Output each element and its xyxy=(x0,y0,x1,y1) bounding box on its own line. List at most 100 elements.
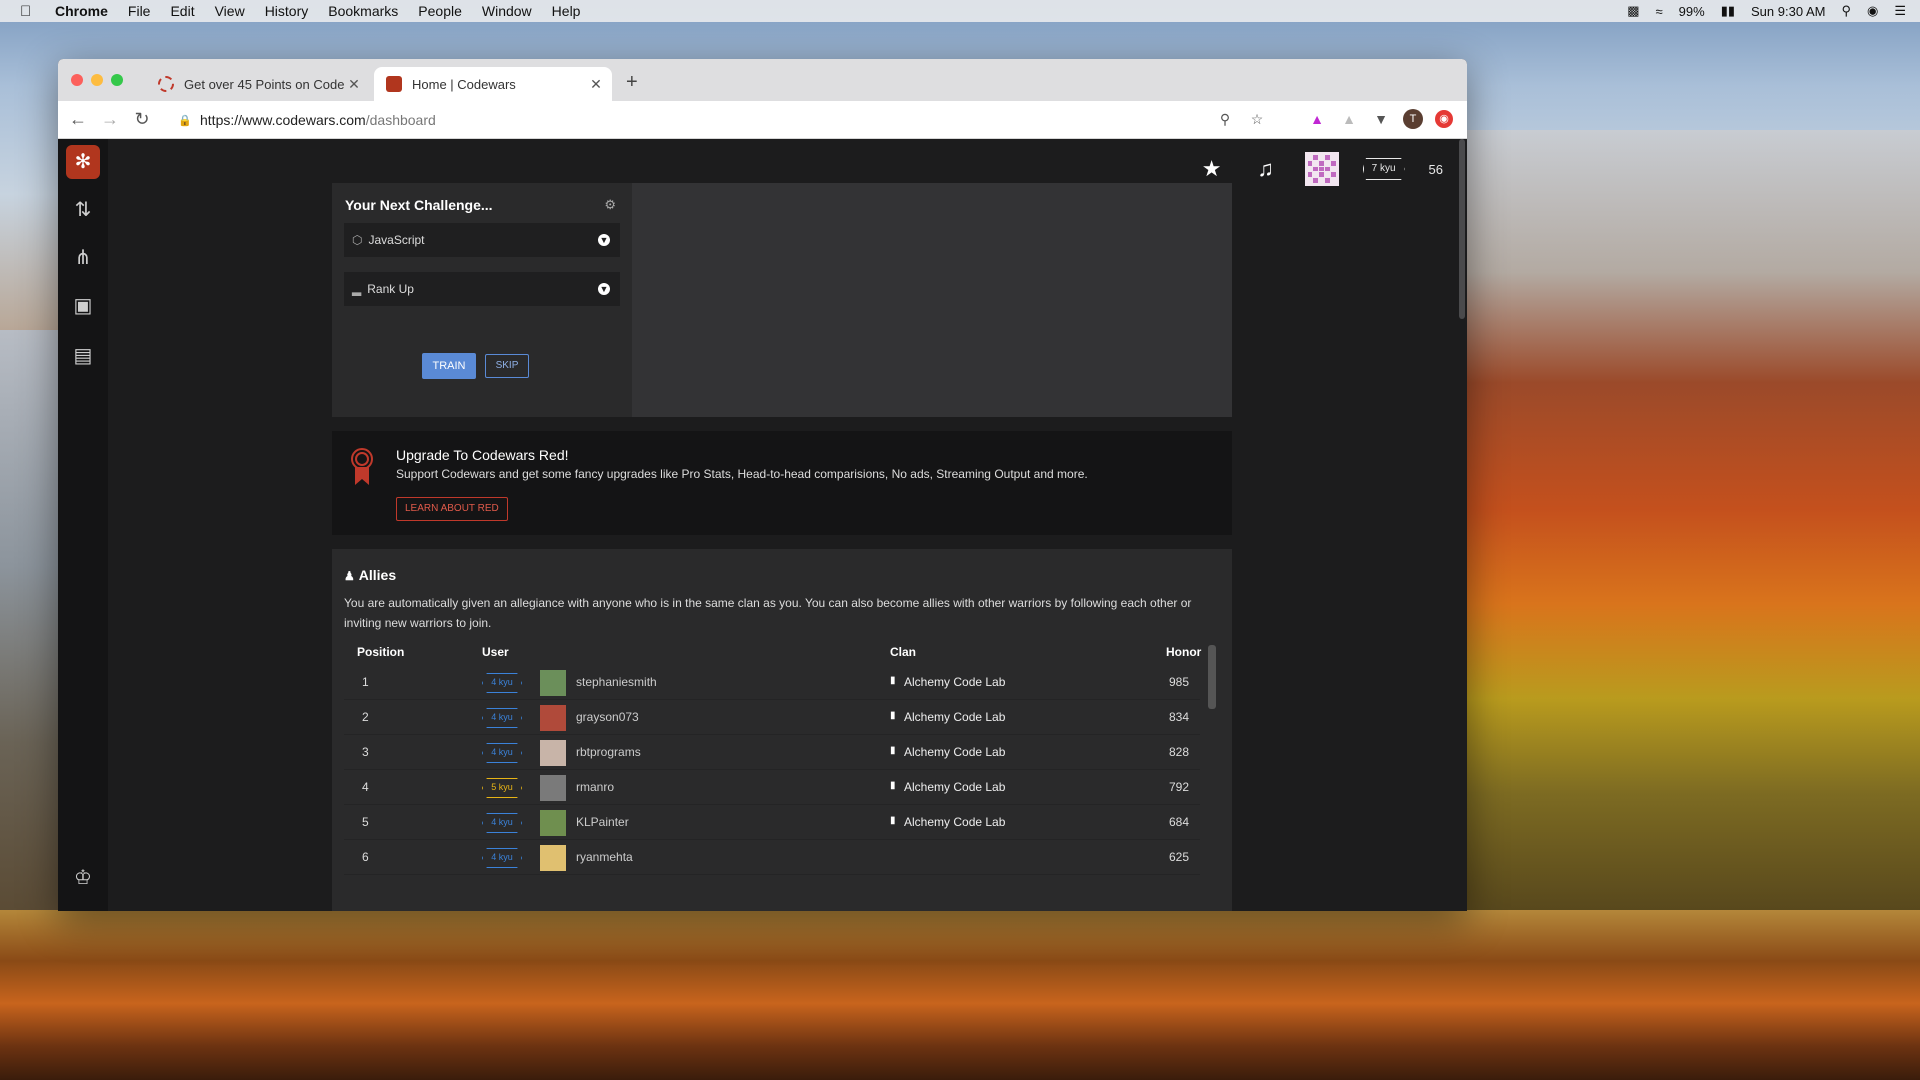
new-tab-button[interactable]: + xyxy=(626,71,638,94)
leaderboard-trophy-icon[interactable]: ♔ xyxy=(70,865,96,891)
col-honor[interactable]: Honor xyxy=(1166,645,1201,659)
next-challenge-title: Your Next Challenge... xyxy=(345,197,493,213)
settings-gear-icon[interactable]: ⚙ xyxy=(604,197,616,213)
row-user-avatar[interactable] xyxy=(540,740,566,766)
row-position: 4 xyxy=(362,780,369,794)
tab-points[interactable]: Get over 45 Points on Codewars ✕ xyxy=(146,67,370,101)
lock-icon[interactable]: 🔒 xyxy=(178,114,192,127)
menubar-status-area: ▩ ≈ 99% ▮▮ Sun 9:30 AM ⚲ ◉ ☰ xyxy=(1627,0,1906,22)
close-tab-icon[interactable]: ✕ xyxy=(344,76,364,93)
vue-extension-icon[interactable]: ▼ xyxy=(1371,109,1391,129)
extension-icon[interactable]: ▲ xyxy=(1339,109,1359,129)
row-rank-badge[interactable]: 4 kyu xyxy=(482,673,522,693)
page-scrollbar[interactable] xyxy=(1457,139,1467,911)
page-scrollbar-thumb[interactable] xyxy=(1459,139,1465,319)
docs-icon[interactable]: ▤ xyxy=(70,343,96,369)
row-rank-badge[interactable]: 4 kyu xyxy=(482,848,522,868)
airplay-icon[interactable]: ▩ xyxy=(1627,3,1639,19)
address-bar[interactable]: 🔒 https://www.codewars.com/dashboard xyxy=(166,107,1312,133)
menu-app-name[interactable]: Chrome xyxy=(55,3,108,19)
clan-shield-icon: ▮ xyxy=(890,745,896,756)
row-clan[interactable]: Alchemy Code Lab xyxy=(904,780,1005,794)
close-tab-icon[interactable]: ✕ xyxy=(586,76,606,93)
strategy-select[interactable]: ▂ Rank Up ▼ xyxy=(344,272,620,306)
learn-about-red-button[interactable]: LEARN ABOUT RED xyxy=(396,497,508,521)
row-rank-badge[interactable]: 4 kyu xyxy=(482,743,522,763)
bookmark-icon[interactable]: ★ xyxy=(1197,156,1227,182)
profile-avatar[interactable]: T xyxy=(1403,109,1423,129)
row-user-avatar[interactable] xyxy=(540,705,566,731)
row-user-avatar[interactable] xyxy=(540,670,566,696)
battery-icon[interactable]: ▮▮ xyxy=(1721,3,1735,19)
allies-card: ♟ Allies You are automatically given an a… xyxy=(332,549,1232,911)
user-rank-badge[interactable]: 7 kyu xyxy=(1362,158,1405,180)
siri-icon[interactable]: ◉ xyxy=(1867,3,1878,19)
tab-home[interactable]: Home | Codewars ✕ xyxy=(374,67,612,101)
forward-icon[interactable]: → xyxy=(100,109,120,129)
row-user-avatar[interactable] xyxy=(540,810,566,836)
clan-shield-icon: ▮ xyxy=(890,675,896,686)
row-honor: 828 xyxy=(1169,745,1190,759)
bookmark-star-icon[interactable]: ☆ xyxy=(1247,109,1267,129)
extension-icon[interactable]: ▲ xyxy=(1307,109,1327,129)
spotlight-icon[interactable]: ⚲ xyxy=(1841,3,1851,19)
back-icon[interactable]: ← xyxy=(68,109,88,129)
notification-center-icon[interactable]: ☰ xyxy=(1894,3,1906,19)
menu-window[interactable]: Window xyxy=(482,3,532,19)
row-clan[interactable]: Alchemy Code Lab xyxy=(904,675,1005,689)
table-row: 4 5 kyu rmanro ▮ Alchemy Code Lab 792 xyxy=(344,770,1200,805)
skip-button[interactable]: SKIP xyxy=(485,354,529,378)
minimize-window-button[interactable] xyxy=(91,74,103,86)
language-select[interactable]: ⬡ JavaScript ▼ xyxy=(344,223,620,257)
row-username[interactable]: grayson073 xyxy=(576,710,639,724)
clock[interactable]: Sun 9:30 AM xyxy=(1751,4,1825,19)
close-window-button[interactable] xyxy=(71,74,83,86)
menu-bookmarks[interactable]: Bookmarks xyxy=(328,3,398,19)
bar-chart-icon: ▂ xyxy=(352,282,362,296)
row-clan[interactable]: Alchemy Code Lab xyxy=(904,710,1005,724)
col-position[interactable]: Position xyxy=(357,645,404,659)
desktop-wallpaper-right xyxy=(1466,130,1920,920)
col-user[interactable]: User xyxy=(482,645,509,659)
menu-people[interactable]: People xyxy=(418,3,462,19)
row-username[interactable]: KLPainter xyxy=(576,815,629,829)
kata-fork-icon[interactable]: ⋔ xyxy=(70,245,96,271)
chevron-down-icon: ▼ xyxy=(598,283,610,295)
chevron-down-icon: ▼ xyxy=(598,234,610,246)
row-username[interactable]: rbtprograms xyxy=(576,745,641,759)
training-icon[interactable]: ⇅ xyxy=(70,197,96,223)
menu-edit[interactable]: Edit xyxy=(170,3,194,19)
notifications-bell-icon[interactable]: ♫ xyxy=(1251,156,1281,182)
menu-view[interactable]: View xyxy=(215,3,245,19)
row-username[interactable]: stephaniesmith xyxy=(576,675,657,689)
row-clan[interactable]: Alchemy Code Lab xyxy=(904,745,1005,759)
language-value: JavaScript xyxy=(368,233,425,247)
menu-history[interactable]: History xyxy=(265,3,309,19)
browser-toolbar: ← → ↻ 🔒 https://www.codewars.com/dashboa… xyxy=(58,101,1467,139)
row-username[interactable]: ryanmehta xyxy=(576,850,633,864)
wifi-icon[interactable]: ≈ xyxy=(1656,4,1663,19)
menu-help[interactable]: Help xyxy=(552,3,581,19)
col-clan[interactable]: Clan xyxy=(890,645,916,659)
allies-description: You are automatically given an allegianc… xyxy=(344,596,1192,630)
menu-file[interactable]: File xyxy=(128,3,151,19)
row-rank-badge[interactable]: 4 kyu xyxy=(482,813,522,833)
row-user-avatar[interactable] xyxy=(540,845,566,871)
codewars-logo-icon[interactable]: ✻ xyxy=(66,145,100,179)
zoom-window-button[interactable] xyxy=(111,74,123,86)
zoom-icon[interactable]: ⚲ xyxy=(1215,109,1235,129)
row-position: 2 xyxy=(362,710,369,724)
row-rank-badge[interactable]: 5 kyu xyxy=(482,778,522,798)
row-clan[interactable]: Alchemy Code Lab xyxy=(904,815,1005,829)
user-topbar: ★ ♫ 7 kyu 56 xyxy=(1197,151,1443,187)
table-scrollbar[interactable] xyxy=(1208,645,1216,709)
reload-icon[interactable]: ↻ xyxy=(132,109,152,129)
row-username[interactable]: rmanro xyxy=(576,780,614,794)
adblock-icon[interactable]: ◉ xyxy=(1435,110,1453,128)
discussion-icon[interactable]: ▣ xyxy=(70,293,96,319)
user-avatar[interactable] xyxy=(1304,152,1339,186)
row-rank-badge[interactable]: 4 kyu xyxy=(482,708,522,728)
row-user-avatar[interactable] xyxy=(540,775,566,801)
apple-menu-icon[interactable]:  xyxy=(20,3,34,20)
train-button[interactable]: TRAIN xyxy=(422,353,476,379)
